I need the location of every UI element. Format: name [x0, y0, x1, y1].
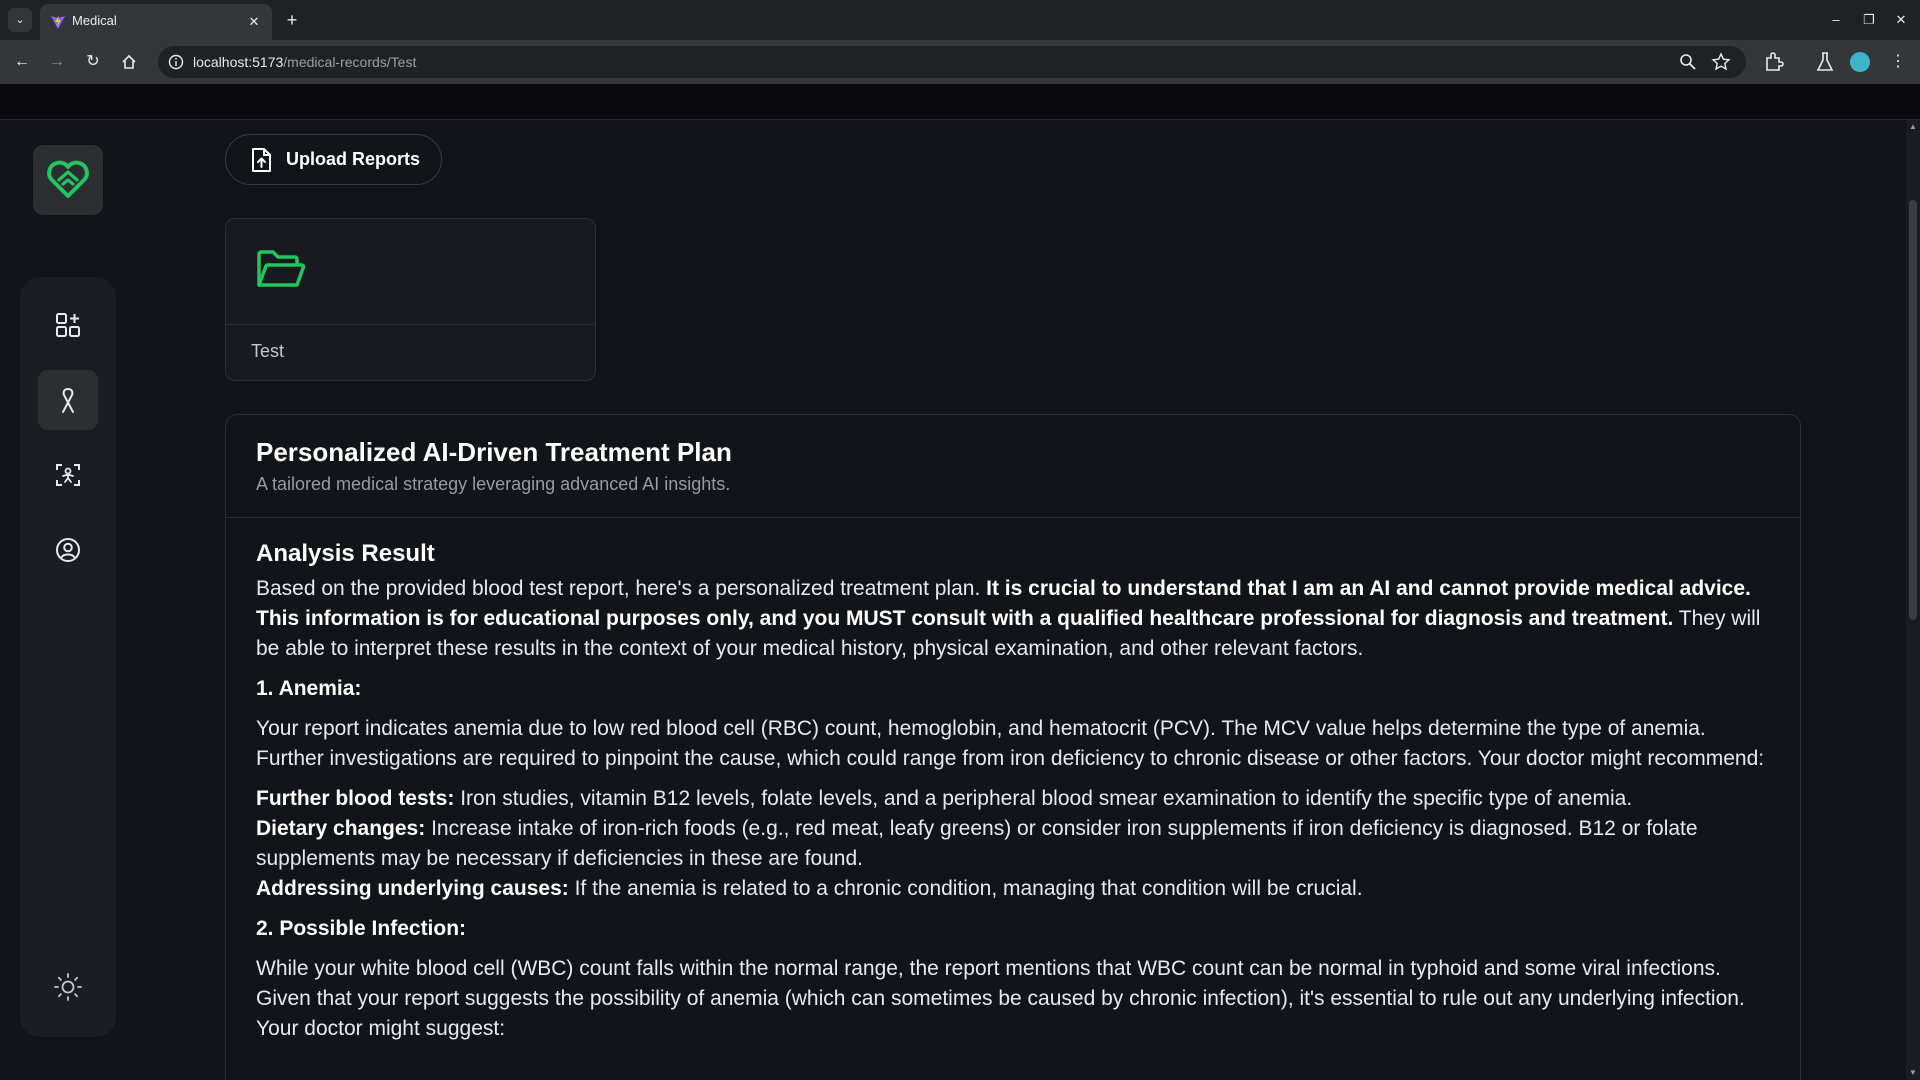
section-1-text: Your report indicates anemia due to low … [256, 717, 1765, 770]
close-window-icon[interactable]: ✕ [1887, 6, 1915, 34]
labs-flask-icon[interactable] [1813, 50, 1837, 74]
dashboard-grid-icon [56, 313, 80, 337]
url-path: /medical-records/Test [283, 54, 417, 70]
bookmark-star-icon[interactable] [1711, 52, 1731, 72]
upload-reports-button[interactable]: Upload Reports [225, 134, 442, 185]
app-logo[interactable] [33, 145, 103, 215]
plan-title: Personalized AI-Driven Treatment Plan [256, 437, 732, 467]
browser-toolbar: ← → ↻ localhost:5173/medical-records/Tes… [0, 40, 1920, 84]
list-item: Further blood tests: Iron studies, vitam… [256, 784, 1766, 814]
bullet-label: Addressing underlying causes: [256, 877, 569, 900]
reload-icon[interactable]: ↻ [79, 48, 107, 76]
url-host: localhost:5173 [193, 54, 284, 70]
folder-name: Test [251, 341, 285, 361]
scroll-down-icon[interactable]: ▼ [1908, 1068, 1918, 1078]
back-arrow-icon[interactable]: ← [8, 48, 36, 76]
home-icon[interactable] [115, 48, 143, 76]
folder-card-top [226, 219, 595, 325]
sidebar-item-screening[interactable] [38, 445, 98, 505]
tab-list-chevron-icon[interactable]: ⌄ [8, 8, 32, 32]
intro-paragraph: Based on the provided blood test report,… [256, 574, 1766, 664]
tab-title: Medical [72, 13, 117, 28]
bullet-label: Further blood tests: [256, 787, 455, 810]
intro-text: Based on the provided blood test report,… [256, 577, 981, 600]
bullet-text: If the anemia is related to a chronic co… [574, 877, 1363, 900]
upload-reports-label: Upload Reports [286, 149, 421, 169]
scrollbar-thumb[interactable] [1909, 200, 1917, 620]
analysis-title: Analysis Result [256, 540, 435, 567]
theme-toggle[interactable] [38, 957, 98, 1017]
plan-body: Analysis Result Based on the provided bl… [226, 518, 1800, 1044]
plan-subtitle: A tailored medical strategy leveraging a… [256, 474, 731, 494]
scan-icon [56, 464, 80, 486]
restore-icon[interactable]: ❐ [1855, 6, 1883, 34]
browser-tab[interactable]: Medical ✕ [40, 4, 272, 40]
plan-header: Personalized AI-Driven Treatment Plan A … [226, 415, 1800, 518]
folder-card[interactable]: Test [225, 218, 596, 381]
bullet-label: Dietary changes: [256, 817, 426, 840]
browser-menu-icon[interactable]: ⋮ [1884, 48, 1912, 76]
sidebar-item-profile[interactable] [38, 520, 98, 580]
folder-open-icon [257, 250, 306, 287]
sidebar-item-dashboard[interactable] [38, 295, 98, 355]
sidebar-nav [20, 277, 116, 1037]
profile-icon [56, 538, 80, 562]
list-item: Dietary changes: Increase intake of iron… [256, 814, 1766, 874]
section-1-title: 1. Anemia: [256, 677, 362, 700]
browser-tab-bar: ⌄ Medical ✕ + – ❐ ✕ [0, 0, 1920, 40]
new-tab-plus-icon[interactable]: + [280, 8, 304, 32]
ribbon-icon [62, 388, 74, 413]
app-viewport: Upload Reports Test Personalized AI-Driv… [0, 120, 1906, 1080]
extensions-puzzle-icon[interactable] [1762, 50, 1786, 74]
section-2-text: While your white blood cell (WBC) count … [256, 957, 1745, 1040]
list-item: Addressing underlying causes: If the ane… [256, 874, 1766, 904]
section-2-title: 2. Possible Infection: [256, 917, 467, 940]
tab-close-icon[interactable]: ✕ [244, 12, 264, 32]
zoom-icon[interactable] [1678, 52, 1698, 72]
recommendation-list: Further blood tests: Iron studies, vitam… [256, 784, 1766, 904]
url-text: localhost:5173/medical-records/Test [193, 54, 416, 70]
heart-logo-icon [47, 160, 89, 198]
sidebar-item-medical-records[interactable] [38, 370, 98, 430]
bullet-text: Increase intake of iron-rich foods (e.g.… [256, 817, 1698, 870]
treatment-plan-card: Personalized AI-Driven Treatment Plan A … [225, 414, 1801, 1080]
address-bar[interactable]: localhost:5173/medical-records/Test [158, 46, 1746, 78]
file-upload-icon [252, 147, 271, 172]
site-info-icon[interactable] [168, 54, 184, 70]
bullet-text: Iron studies, vitamin B12 levels, folate… [460, 787, 1633, 810]
forward-arrow-icon[interactable]: → [43, 48, 71, 76]
app-top-bar [0, 84, 1920, 120]
scroll-up-icon[interactable]: ▲ [1908, 122, 1918, 132]
page-scrollbar[interactable]: ▲ ▼ [1906, 120, 1920, 1080]
vite-favicon-icon [51, 15, 65, 29]
profile-avatar[interactable] [1850, 52, 1870, 72]
minimize-icon[interactable]: – [1822, 6, 1850, 34]
sun-icon [54, 973, 82, 1001]
